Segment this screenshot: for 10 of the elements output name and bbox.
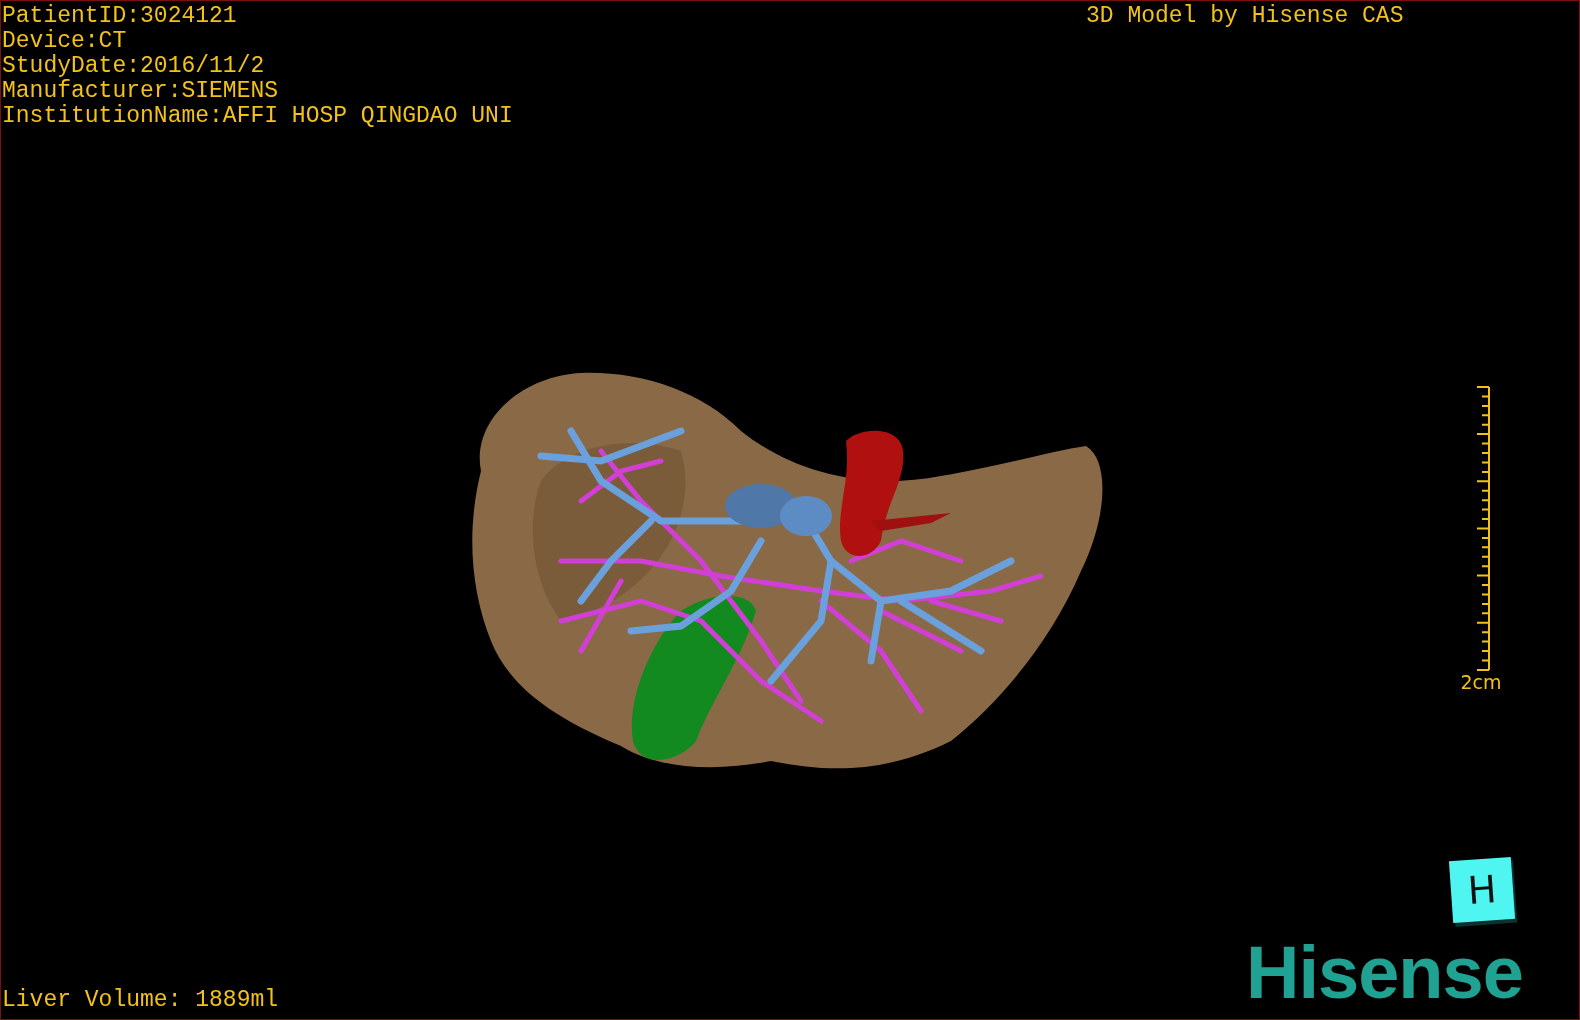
scale-label: 2cm	[1460, 671, 1502, 693]
study-info-line: Manufacturer:SIEMENS	[2, 79, 279, 104]
model-caption: 3D Model by Hisense CAS	[1086, 4, 1404, 29]
study-info-line: StudyDate:2016/11/2	[2, 54, 265, 79]
orientation-marker: H	[1448, 856, 1516, 924]
study-info-line: Device:CT	[2, 29, 127, 54]
study-info-line: InstitutionName:AFFI HOSP QINGDAO UNI	[2, 104, 513, 129]
brand-logo: Hisense	[1246, 936, 1523, 1010]
liver-volume-label: Liver Volume: 1889ml	[2, 988, 279, 1013]
study-info-line: PatientID:3024121	[2, 4, 237, 29]
